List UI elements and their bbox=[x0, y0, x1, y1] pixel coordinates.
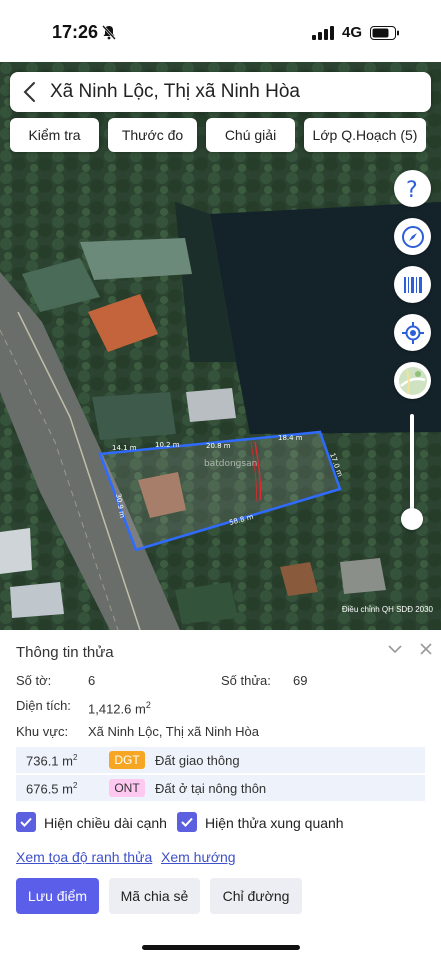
location-title: Xã Ninh Lộc, Thị xã Ninh Hòa bbox=[50, 81, 300, 102]
network-type: 4G bbox=[342, 24, 363, 41]
land-use-row: 736.1 m2 DGT Đất giao thông bbox=[16, 747, 425, 773]
edge-length-label: 14.1 m bbox=[112, 444, 137, 452]
edge-length-label: 18.4 m bbox=[278, 434, 303, 442]
land-use-description: Đất giao thông bbox=[155, 753, 240, 768]
help-icon: ? bbox=[406, 178, 418, 201]
locate-icon bbox=[401, 321, 424, 344]
panel-title: Thông tin thửa bbox=[16, 644, 114, 661]
watermark: batdongsan bbox=[204, 459, 257, 469]
opacity-slider-track[interactable] bbox=[410, 414, 414, 520]
directions-button[interactable]: Chỉ đường bbox=[210, 878, 302, 914]
share-code-button[interactable]: Mã chia sẻ bbox=[109, 878, 200, 914]
barcode-button[interactable] bbox=[394, 266, 431, 303]
sheet-number-label: Số tờ: bbox=[16, 673, 52, 688]
edge-length-label: 20.8 m bbox=[206, 442, 231, 450]
svg-text:?: ? bbox=[406, 178, 418, 201]
home-indicator bbox=[142, 945, 300, 950]
map-type-button[interactable] bbox=[394, 362, 431, 399]
planning-layer-button[interactable]: Lớp Q.Hoạch (5) bbox=[304, 118, 426, 152]
compass-button[interactable] bbox=[394, 218, 431, 255]
land-use-code-badge: ONT bbox=[109, 779, 145, 797]
collapse-chevron-icon[interactable] bbox=[386, 640, 404, 658]
area-value: 1,412.6 m2 bbox=[88, 700, 151, 717]
status-time: 17:26 bbox=[52, 22, 99, 42]
ruler-button[interactable]: Thước đo bbox=[108, 118, 197, 152]
status-bar: 17:26 4G bbox=[0, 0, 441, 62]
chevron-left-icon bbox=[23, 82, 35, 102]
view-direction-link[interactable]: Xem hướng bbox=[161, 849, 236, 865]
search-bar[interactable]: Xã Ninh Lộc, Thị xã Ninh Hòa bbox=[10, 72, 431, 112]
bell-muted-icon bbox=[102, 25, 116, 40]
check-button[interactable]: Kiểm tra bbox=[10, 118, 99, 152]
checkmark-icon bbox=[181, 817, 193, 827]
show-neighbors-checkbox[interactable] bbox=[177, 812, 197, 832]
map-credit: Điều chỉnh QH SDĐ 2030 bbox=[341, 605, 433, 614]
legend-button[interactable]: Chú giải bbox=[206, 118, 295, 152]
parcel-info-panel: Thông tin thửa Số tờ: 6 Số thửa: 69 Diện… bbox=[0, 630, 441, 959]
my-location-button[interactable] bbox=[394, 314, 431, 351]
show-edge-length-checkbox[interactable] bbox=[16, 812, 36, 832]
compass-icon bbox=[401, 225, 424, 248]
land-use-area: 736.1 m2 bbox=[26, 753, 78, 769]
cellular-signal-icon bbox=[312, 26, 334, 40]
land-use-description: Đất ở tại nông thôn bbox=[155, 781, 267, 796]
map-toolbar: Kiểm tra Thước đo Chú giải Lớp Q.Hoạch (… bbox=[10, 118, 431, 152]
checkmark-icon bbox=[20, 817, 32, 827]
region-value: Xã Ninh Lộc, Thị xã Ninh Hòa bbox=[88, 724, 260, 739]
show-edge-length-label[interactable]: Hiện chiều dài cạnh bbox=[44, 815, 167, 831]
parcel-number-value: 69 bbox=[293, 673, 308, 688]
sheet-number-value: 6 bbox=[88, 673, 96, 688]
map-layer-icon bbox=[398, 366, 427, 395]
area-label: Diện tích: bbox=[16, 698, 71, 713]
land-use-row: 676.5 m2 ONT Đất ở tại nông thôn bbox=[16, 775, 425, 801]
help-button[interactable]: ? bbox=[394, 170, 431, 207]
back-button[interactable] bbox=[10, 72, 50, 112]
region-label: Khu vực: bbox=[16, 724, 69, 739]
save-point-button[interactable]: Lưu điểm bbox=[16, 878, 99, 914]
view-boundary-coordinates-link[interactable]: Xem tọa độ ranh thửa bbox=[16, 849, 152, 865]
land-use-area: 676.5 m2 bbox=[26, 781, 78, 797]
battery-icon bbox=[370, 26, 399, 40]
barcode-icon bbox=[403, 276, 422, 293]
edge-length-label: 10.2 m bbox=[155, 441, 180, 449]
close-icon[interactable] bbox=[417, 640, 435, 658]
opacity-slider-thumb[interactable] bbox=[401, 508, 423, 530]
show-neighbors-label[interactable]: Hiện thửa xung quanh bbox=[205, 815, 344, 831]
satellite-map[interactable]: 14.1 m 10.2 m 20.8 m 18.4 m 17.0 m 58.8 … bbox=[0, 62, 441, 630]
parcel-number-label: Số thửa: bbox=[221, 673, 271, 688]
land-use-code-badge: DGT bbox=[109, 751, 145, 769]
